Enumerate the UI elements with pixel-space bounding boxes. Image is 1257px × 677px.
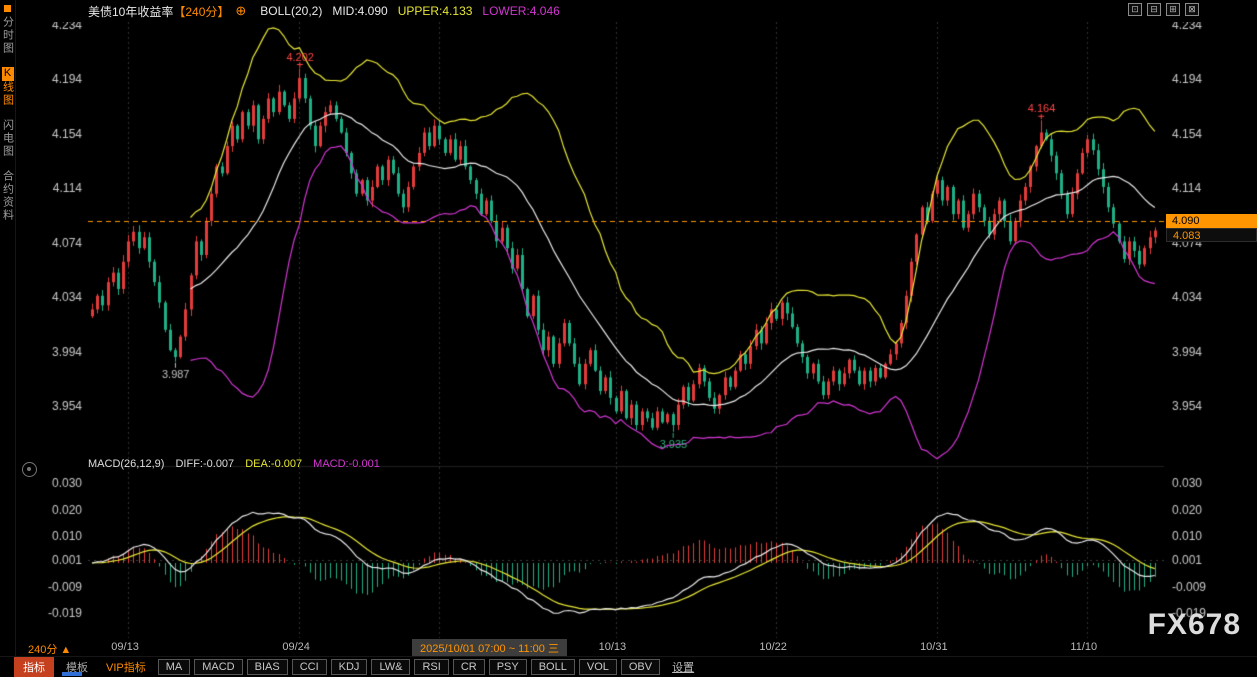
macd-label: MACD(26,12,9) — [88, 458, 164, 470]
x-axis-label: 11/10 — [1070, 641, 1097, 653]
sidebar-item-tick-chart[interactable]: 闪电图 — [0, 119, 16, 158]
indicator-button-boll[interactable]: BOLL — [531, 659, 575, 675]
chart-canvas[interactable] — [16, 22, 1257, 638]
boll-upper-value: UPPER:4.133 — [398, 4, 473, 18]
boll-indicator-readout: BOLL(20,2) MID:4.090 UPPER:4.133 LOWER:4… — [260, 4, 560, 18]
x-axis-label: 10/22 — [759, 641, 787, 653]
pane-maximize-icon[interactable]: ⊞ — [1166, 3, 1180, 16]
pane-close-icon[interactable]: ⊠ — [1185, 3, 1199, 16]
indicator-button-rsi[interactable]: RSI — [414, 659, 448, 675]
sidebar-item-contract-info[interactable]: 合约资料 — [0, 170, 16, 222]
current-price-tag: 4.090 — [1166, 214, 1257, 228]
macd-diff-value: DIFF:-0.007 — [175, 458, 234, 470]
boll-mid-value: MID:4.090 — [332, 4, 387, 18]
page-title: 美债10年收益率 — [88, 3, 173, 20]
boll-lower-value: LOWER:4.046 — [482, 4, 559, 18]
indicator-button-kdj[interactable]: KDJ — [331, 659, 368, 675]
indicator-button-group: MAMACD BIASCCIKDJLW&RSI CRPSYBOLLVOLOBV — [158, 659, 660, 675]
connection-status-icon — [4, 5, 11, 12]
tab-indicators[interactable]: 指标 — [14, 657, 54, 677]
macd-dea-value: DEA:-0.007 — [245, 458, 302, 470]
x-axis-label: 10/13 — [599, 641, 627, 653]
indicator-button-psy[interactable]: PSY — [489, 659, 527, 675]
pane-restore-icon[interactable]: ⊡ — [1128, 3, 1142, 16]
macd-macd-value: MACD:-0.001 — [313, 458, 380, 470]
pane-minimize-icon[interactable]: ⊟ — [1147, 3, 1161, 16]
last-price-tag: 4.083 — [1166, 228, 1257, 242]
add-indicator-icon[interactable]: ⊕ — [235, 3, 246, 19]
k-highlight-badge: K — [2, 67, 14, 81]
period-text: 240分 — [28, 644, 57, 656]
indicator-button-cci[interactable]: CCI — [292, 659, 327, 675]
x-axis-label: 09/13 — [111, 641, 139, 653]
title-group: 美债10年收益率 【240分】 ⊕ — [88, 3, 246, 20]
indicator-button-obv[interactable]: OBV — [621, 659, 660, 675]
x-axis-label: 10/31 — [920, 641, 948, 653]
sidebar-item-candlestick-chart[interactable]: K线图 — [0, 67, 16, 107]
tab-vip-indicators[interactable]: VIP指标 — [100, 657, 152, 677]
chart-type-sidebar: 分时图 K线图闪电图合约资料 — [0, 0, 16, 656]
sidebar-item-time-chart[interactable]: 分时图 — [0, 16, 16, 55]
top-bar: 美债10年收益率 【240分】 ⊕ BOLL(20,2) MID:4.090 U… — [16, 0, 1257, 22]
indicator-button-cr[interactable]: CR — [453, 659, 485, 675]
indicator-button-vol[interactable]: VOL — [579, 659, 617, 675]
period-label[interactable]: 240分 ▲ — [28, 641, 71, 657]
time-axis: 240分 ▲ 2025/10/01 07:00 ~ 11:00 三 09/13 0… — [16, 638, 1257, 656]
window-controls: ⊡ ⊟ ⊞ ⊠ — [1128, 3, 1199, 16]
macd-indicator-readout: MACD(26,12,9) DIFF:-0.007 DEA:-0.007 MAC… — [88, 458, 380, 470]
indicator-button-lw[interactable]: LW& — [371, 659, 410, 675]
indicator-button-macd[interactable]: MACD — [194, 659, 242, 675]
watermark: FX678 — [1148, 608, 1241, 642]
indicator-badge-icon[interactable] — [22, 462, 37, 477]
period-badge: 【240分】 — [173, 3, 229, 20]
bottom-toolbar: 指标 模板 VIP指标 MAMACDBIASCCIKDJLW&RSICRPSYB… — [0, 656, 1257, 677]
settings-button[interactable]: 设置 — [666, 657, 700, 677]
bar-info-readout: 2025/10/01 07:00 ~ 11:00 三 — [412, 639, 567, 657]
period-arrow-icon: ▲ — [60, 644, 71, 656]
indicator-button-bias[interactable]: BIAS — [247, 659, 288, 675]
x-axis-label: 09/24 — [282, 641, 310, 653]
boll-label: BOLL(20,2) — [260, 4, 322, 18]
indicator-button-ma[interactable]: MA — [158, 659, 191, 675]
scrollbar-thumb[interactable] — [62, 672, 82, 676]
